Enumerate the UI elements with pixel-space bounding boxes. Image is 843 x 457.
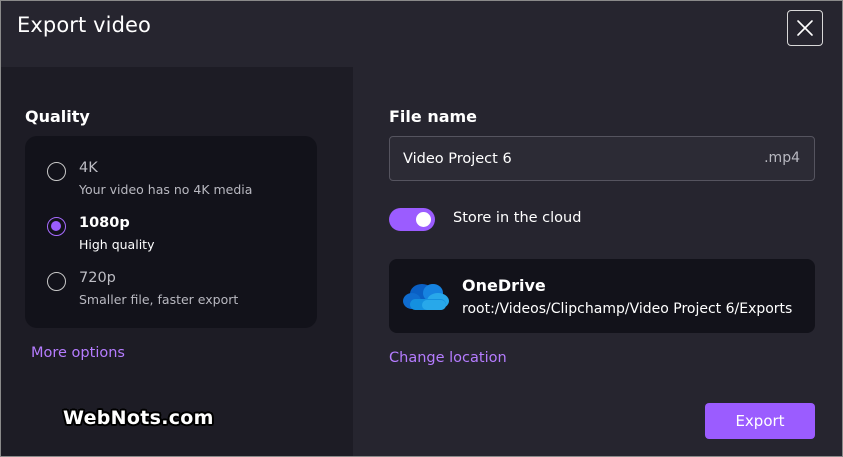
cloud-destination-card: OneDrive root:/Videos/Clipchamp/Video Pr…	[389, 259, 815, 333]
toggle-knob	[416, 212, 431, 227]
quality-option-title: 1080p	[79, 215, 130, 231]
close-button[interactable]	[787, 10, 823, 46]
store-in-cloud-label: Store in the cloud	[453, 210, 582, 226]
close-icon	[797, 20, 813, 36]
quality-option-subtitle: Your video has no 4K media	[79, 182, 253, 197]
file-name-input[interactable]	[403, 148, 743, 170]
quality-option-1080p[interactable]: 1080p High quality	[47, 213, 307, 259]
quality-option-720p[interactable]: 720p Smaller file, faster export	[47, 268, 307, 314]
radio-720p[interactable]	[47, 272, 66, 291]
file-name-field[interactable]: .mp4	[389, 136, 815, 181]
watermark-text: WebNots.com	[63, 407, 214, 429]
dialog-title: Export video	[17, 13, 151, 37]
file-extension: .mp4	[764, 150, 800, 166]
store-in-cloud-toggle[interactable]	[389, 208, 435, 231]
quality-label: Quality	[25, 107, 90, 126]
cloud-path: root:/Videos/Clipchamp/Video Project 6/E…	[462, 301, 793, 317]
quality-option-title: 4K	[79, 160, 98, 176]
export-button[interactable]: Export	[705, 403, 815, 439]
quality-option-subtitle: High quality	[79, 237, 155, 252]
cloud-provider-name: OneDrive	[462, 276, 546, 295]
change-location-link[interactable]: Change location	[389, 350, 507, 366]
radio-4k[interactable]	[47, 162, 66, 181]
more-options-link[interactable]: More options	[31, 345, 125, 361]
file-name-label: File name	[389, 107, 478, 126]
onedrive-cloud-icon	[403, 284, 449, 310]
quality-option-4k[interactable]: 4K Your video has no 4K media	[47, 158, 307, 204]
radio-1080p[interactable]	[47, 217, 66, 236]
quality-option-title: 720p	[79, 270, 116, 286]
quality-option-subtitle: Smaller file, faster export	[79, 292, 239, 307]
